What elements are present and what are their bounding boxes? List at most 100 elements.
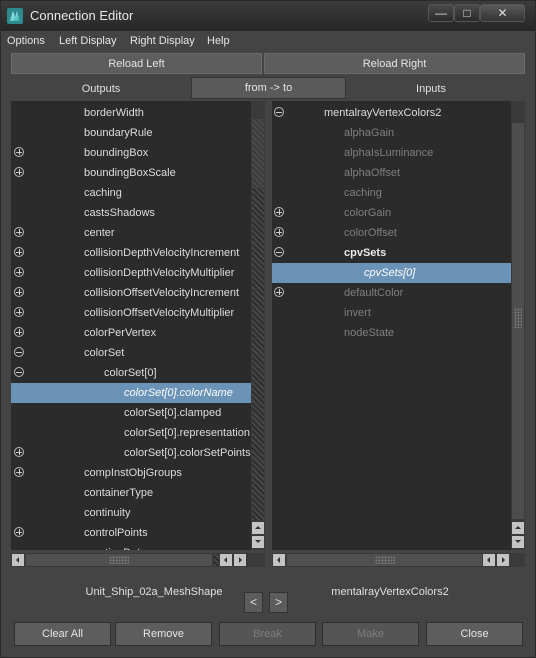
collapse-minus-icon[interactable] [274, 247, 284, 257]
output-attribute-row[interactable]: collisionDepthVelocityMultiplier [11, 263, 251, 283]
reload-right-button[interactable]: Reload Right [264, 53, 525, 74]
output-attribute-row[interactable]: borderWidth [11, 103, 251, 123]
input-attribute-row[interactable]: cpvSets[0] [272, 263, 511, 283]
input-attribute-row[interactable]: caching [272, 183, 511, 203]
scroll-right-arrow-icon[interactable] [497, 554, 509, 566]
scroll-up-arrow-icon[interactable] [512, 522, 524, 534]
attribute-label: boundingBox [84, 147, 149, 159]
reload-left-button[interactable]: Reload Left [11, 53, 262, 74]
window-close-button[interactable]: ✕ [480, 4, 525, 22]
break-button[interactable]: Break [219, 622, 316, 646]
expand-plus-icon[interactable] [14, 327, 24, 337]
scroll-left-arrow-icon[interactable] [273, 554, 285, 566]
expand-plus-icon[interactable] [14, 147, 24, 157]
attribute-label: center [84, 227, 115, 239]
collapse-minus-icon[interactable] [274, 107, 284, 117]
collapse-minus-icon[interactable] [14, 347, 24, 357]
output-attribute-row[interactable]: center [11, 223, 251, 243]
output-attribute-row[interactable]: colorSet[0].representation [11, 423, 251, 443]
output-attribute-row[interactable]: castsShadows [11, 203, 251, 223]
scroll-left-arrow-icon[interactable] [12, 554, 24, 566]
outputs-horizontal-scroll-thumb[interactable] [26, 554, 212, 566]
collapse-minus-icon[interactable] [14, 367, 24, 377]
scroll-up-arrow-icon[interactable] [252, 522, 264, 534]
expand-plus-icon[interactable] [14, 447, 24, 457]
output-attribute-row[interactable]: colorSet[0].colorSetPoints [11, 443, 251, 463]
grip-icon [375, 556, 395, 564]
input-attribute-row[interactable]: cpvSets [272, 243, 511, 263]
clear-all-button[interactable]: Clear All [14, 622, 111, 646]
output-attribute-row[interactable]: containerType [11, 483, 251, 503]
output-attribute-row[interactable]: boundingBox [11, 143, 251, 163]
input-attribute-row[interactable]: alphaIsLuminance [272, 143, 511, 163]
input-attribute-row[interactable]: alphaOffset [272, 163, 511, 183]
inputs-attribute-list[interactable]: mentalrayVertexColors2 alphaGain alphaIsLu… [272, 101, 511, 550]
attribute-label: cpvSets [344, 247, 387, 259]
from-to-button[interactable]: from -> to [191, 77, 346, 99]
expand-plus-icon[interactable] [14, 267, 24, 277]
attribute-label: colorGain [344, 207, 392, 219]
minimize-button[interactable]: — [428, 4, 454, 22]
previous-node-button[interactable]: < [244, 592, 263, 613]
menu-help[interactable]: Help [207, 35, 230, 47]
menu-options[interactable]: Options [7, 35, 45, 47]
maya-app-icon [7, 8, 23, 24]
menu-left-display[interactable]: Left Display [59, 35, 116, 47]
scroll-down-arrow-icon[interactable] [512, 536, 524, 548]
input-attribute-row[interactable]: colorOffset [272, 223, 511, 243]
outputs-vertical-scrollbar[interactable] [251, 101, 265, 550]
attribute-label: containerType [84, 487, 154, 499]
attribute-label: invert [344, 307, 371, 319]
attribute-label: caching [344, 187, 382, 199]
output-attribute-row[interactable]: continuity [11, 503, 251, 523]
inputs-horizontal-scrollbar[interactable] [272, 553, 525, 567]
outputs-attribute-list[interactable]: borderWidth boundaryRule boundingBox boundi… [11, 101, 251, 550]
expand-plus-icon[interactable] [14, 307, 24, 317]
expand-plus-icon[interactable] [274, 207, 284, 217]
expand-plus-icon[interactable] [274, 287, 284, 297]
input-attribute-row[interactable]: invert [272, 303, 511, 323]
remove-button[interactable]: Remove [115, 622, 212, 646]
output-attribute-row[interactable]: creationDate [11, 543, 251, 550]
scroll-down-arrow-icon[interactable] [252, 536, 264, 548]
expand-plus-icon[interactable] [14, 287, 24, 297]
expand-plus-icon[interactable] [14, 227, 24, 237]
output-attribute-row[interactable]: boundaryRule [11, 123, 251, 143]
expand-plus-icon[interactable] [274, 227, 284, 237]
output-attribute-row[interactable]: colorSet[0].clamped [11, 403, 251, 423]
output-attribute-row[interactable]: collisionOffsetVelocityIncrement [11, 283, 251, 303]
input-attribute-row[interactable]: colorGain [272, 203, 511, 223]
outputs-vertical-scroll-thumb[interactable] [252, 119, 264, 188]
outputs-horizontal-scrollbar[interactable] [11, 553, 265, 567]
output-attribute-row[interactable]: colorSet [11, 343, 251, 363]
output-attribute-row[interactable]: colorPerVertex [11, 323, 251, 343]
maximize-button[interactable]: □ [454, 4, 480, 22]
close-button[interactable]: Close [426, 622, 523, 646]
expand-plus-icon[interactable] [14, 247, 24, 257]
output-attribute-row[interactable]: collisionDepthVelocityIncrement [11, 243, 251, 263]
make-button[interactable]: Make [322, 622, 419, 646]
input-attribute-row[interactable]: defaultColor [272, 283, 511, 303]
scroll-left-arrow-icon[interactable] [483, 554, 495, 566]
output-attribute-row[interactable]: caching [11, 183, 251, 203]
input-attribute-row[interactable]: alphaGain [272, 123, 511, 143]
inputs-vertical-scrollbar[interactable] [511, 101, 525, 550]
inputs-horizontal-scroll-thumb[interactable] [287, 554, 482, 566]
output-attribute-row[interactable]: controlPoints [11, 523, 251, 543]
scroll-right-arrow-icon[interactable] [234, 554, 246, 566]
menu-right-display[interactable]: Right Display [130, 35, 195, 47]
output-attribute-row[interactable]: colorSet[0] [11, 363, 251, 383]
scroll-left-arrow-icon[interactable] [220, 554, 232, 566]
input-attribute-row[interactable]: nodeState [272, 323, 511, 343]
title-bar: Connection Editor — □ ✕ [1, 1, 535, 31]
inputs-vertical-scroll-thumb[interactable] [512, 123, 524, 519]
expand-plus-icon[interactable] [14, 167, 24, 177]
output-attribute-row[interactable]: collisionOffsetVelocityMultiplier [11, 303, 251, 323]
input-attribute-row[interactable]: mentalrayVertexColors2 [272, 103, 511, 123]
expand-plus-icon[interactable] [14, 467, 24, 477]
output-attribute-row[interactable]: colorSet[0].colorName [11, 383, 251, 403]
output-attribute-row[interactable]: boundingBoxScale [11, 163, 251, 183]
expand-plus-icon[interactable] [14, 527, 24, 537]
next-node-button[interactable]: > [269, 592, 288, 613]
output-attribute-row[interactable]: compInstObjGroups [11, 463, 251, 483]
